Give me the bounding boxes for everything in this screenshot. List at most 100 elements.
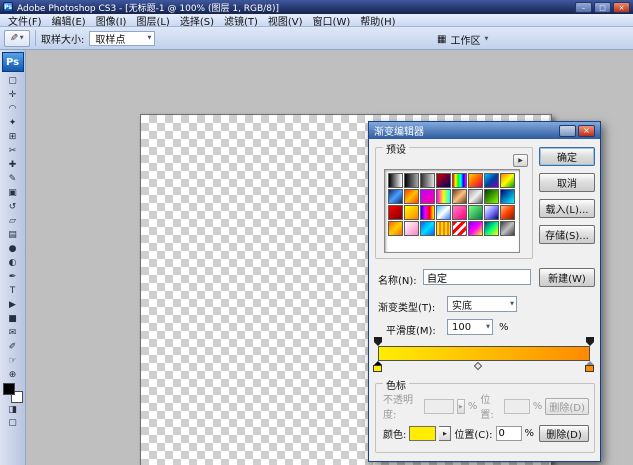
- stop-color-swatch[interactable]: [409, 426, 436, 441]
- type-tool[interactable]: T: [2, 284, 24, 298]
- color-stop[interactable]: [373, 361, 382, 372]
- color-menu-arrow-icon[interactable]: ▶: [439, 426, 451, 441]
- smoothness-combo[interactable]: 100 ▼: [447, 319, 493, 335]
- gradient-preset-swatch[interactable]: [404, 205, 419, 220]
- lasso-tool[interactable]: ◠: [2, 102, 24, 116]
- maximize-button[interactable]: □: [594, 2, 611, 13]
- gradient-preset-swatch[interactable]: [468, 189, 483, 204]
- slice-tool[interactable]: ✂: [2, 144, 24, 158]
- load-button[interactable]: 载入(L)...: [539, 199, 595, 218]
- gradient-preset-swatch[interactable]: [420, 205, 435, 220]
- presets-menu-button[interactable]: ▶: [513, 154, 528, 167]
- gradient-preset-swatch[interactable]: [484, 205, 499, 220]
- pen-tool[interactable]: ✒: [2, 270, 24, 284]
- dialog-title-bar[interactable]: 渐变编辑器 ×: [369, 122, 600, 139]
- gradient-preset-swatch[interactable]: [404, 221, 419, 236]
- eyedropper-tool[interactable]: ✐: [2, 340, 24, 354]
- gradient-preset-swatch[interactable]: [468, 173, 483, 188]
- healing-brush-tool[interactable]: ✚: [2, 158, 24, 172]
- minimize-button[interactable]: –: [575, 2, 592, 13]
- gradient-midpoint[interactable]: [473, 362, 481, 370]
- opacity-stop[interactable]: [586, 337, 594, 342]
- gradient-preset-swatch[interactable]: [420, 221, 435, 236]
- rectangular-marquee-tool[interactable]: ▢: [2, 74, 24, 88]
- hand-tool[interactable]: ☞: [2, 354, 24, 368]
- quick-mask-button[interactable]: ◨: [3, 403, 23, 416]
- crop-tool[interactable]: ⊞: [2, 130, 24, 144]
- chevron-down-icon: ▼: [148, 35, 152, 41]
- menu-item[interactable]: 图像(I): [91, 13, 132, 28]
- sample-size-dropdown[interactable]: 取样点 ▼: [89, 31, 155, 46]
- menu-item[interactable]: 窗口(W): [308, 13, 356, 28]
- ok-button[interactable]: 确定: [539, 147, 595, 166]
- gradient-preset-swatch[interactable]: [468, 205, 483, 220]
- gradient-preset-swatch[interactable]: [468, 221, 483, 236]
- gradient-preset-swatch[interactable]: [452, 205, 467, 220]
- tool-preset-picker[interactable]: ✎ ▼: [4, 30, 30, 47]
- screen-mode-button[interactable]: ▢: [3, 416, 23, 429]
- dodge-tool[interactable]: ◐: [2, 256, 24, 270]
- delete-color-button[interactable]: 删除(D): [539, 425, 589, 442]
- cancel-button[interactable]: 取消: [539, 173, 595, 192]
- clone-stamp-tool[interactable]: ▣: [2, 186, 24, 200]
- gradient-preset-swatch[interactable]: [484, 221, 499, 236]
- opacity-position-label: 位置:: [480, 391, 500, 421]
- gradient-preset-swatch[interactable]: [452, 173, 467, 188]
- gradient-preset-swatch[interactable]: [436, 173, 451, 188]
- gradient-preset-swatch[interactable]: [500, 173, 515, 188]
- menu-item[interactable]: 编辑(E): [47, 13, 91, 28]
- notes-tool[interactable]: ✉: [2, 326, 24, 340]
- gradient-preset-swatch[interactable]: [404, 173, 419, 188]
- shape-tool[interactable]: ■: [2, 312, 24, 326]
- gradient-type-dropdown[interactable]: 实底 ▼: [447, 296, 517, 312]
- opacity-spinner-icon[interactable]: ▶: [457, 399, 465, 414]
- gradient-preset-swatch[interactable]: [452, 189, 467, 204]
- gradient-preset-swatch[interactable]: [436, 189, 451, 204]
- gradient-preset-swatch[interactable]: [484, 189, 499, 204]
- gradient-opacity-stops: [378, 336, 590, 346]
- gradient-preset-swatch[interactable]: [388, 189, 403, 204]
- color-position-input[interactable]: [496, 426, 522, 441]
- gradient-preset-swatch[interactable]: [388, 205, 403, 220]
- gradient-preset-swatch[interactable]: [388, 221, 403, 236]
- gradient-preset-swatch[interactable]: [500, 189, 515, 204]
- gradient-preset-swatch[interactable]: [388, 173, 403, 188]
- opacity-stop[interactable]: [374, 337, 382, 342]
- menu-item[interactable]: 文件(F): [3, 13, 47, 28]
- gradient-name-input[interactable]: [423, 269, 531, 285]
- color-stop[interactable]: [585, 361, 594, 372]
- gradient-preset-swatch[interactable]: [420, 173, 435, 188]
- foreground-color-swatch[interactable]: [3, 383, 15, 395]
- path-selection-tool[interactable]: ▶: [2, 298, 24, 312]
- gradient-preview-bar[interactable]: [378, 346, 590, 361]
- history-brush-tool[interactable]: ↺: [2, 200, 24, 214]
- dialog-minimize-button[interactable]: [559, 125, 576, 137]
- brush-tool[interactable]: ✎: [2, 172, 24, 186]
- menu-item[interactable]: 图层(L): [131, 13, 174, 28]
- menu-item[interactable]: 帮助(H): [355, 13, 400, 28]
- opacity-position-input[interactable]: [504, 399, 530, 414]
- new-button[interactable]: 新建(W): [539, 268, 595, 287]
- opacity-input[interactable]: [424, 399, 454, 414]
- magic-wand-tool[interactable]: ✦: [2, 116, 24, 130]
- workspace-button[interactable]: ▦ 工作区 ▼: [433, 31, 492, 47]
- menu-item[interactable]: 选择(S): [175, 13, 219, 28]
- move-tool[interactable]: ✛: [2, 88, 24, 102]
- gradient-preset-swatch[interactable]: [500, 205, 515, 220]
- gradient-preset-swatch[interactable]: [484, 173, 499, 188]
- gradient-preset-swatch[interactable]: [420, 189, 435, 204]
- menu-item[interactable]: 滤镜(T): [219, 13, 263, 28]
- blur-tool[interactable]: ●: [2, 242, 24, 256]
- gradient-preset-swatch[interactable]: [404, 189, 419, 204]
- save-button[interactable]: 存储(S)...: [539, 225, 595, 244]
- dialog-close-button[interactable]: ×: [578, 125, 595, 137]
- menu-item[interactable]: 视图(V): [263, 13, 308, 28]
- eraser-tool[interactable]: ▱: [2, 214, 24, 228]
- close-button[interactable]: ×: [613, 2, 630, 13]
- gradient-preset-swatch[interactable]: [436, 221, 451, 236]
- zoom-tool[interactable]: ⊕: [2, 368, 24, 382]
- gradient-preset-swatch[interactable]: [452, 221, 467, 236]
- gradient-preset-swatch[interactable]: [500, 221, 515, 236]
- gradient-tool[interactable]: ▤: [2, 228, 24, 242]
- gradient-preset-swatch[interactable]: [436, 205, 451, 220]
